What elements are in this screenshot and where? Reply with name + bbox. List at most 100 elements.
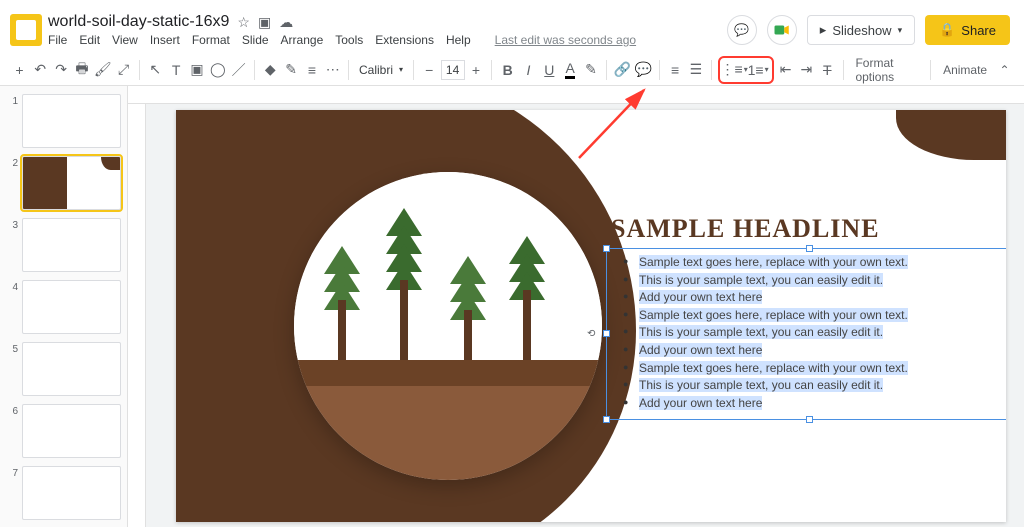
bulleted-list-button[interactable]: ⋮≡▾ xyxy=(722,58,746,82)
resize-handle[interactable] xyxy=(603,330,610,337)
last-edit-link[interactable]: Last edit was seconds ago xyxy=(495,33,636,47)
slide-thumbnail[interactable] xyxy=(22,94,121,148)
resize-handle[interactable] xyxy=(806,245,813,252)
border-weight-button[interactable]: ≡ xyxy=(303,58,322,82)
undo-button[interactable]: ↶ xyxy=(31,58,50,82)
text-color-button[interactable]: A xyxy=(561,58,580,82)
filmstrip: 1234567 xyxy=(0,86,128,527)
slide-thumbnail[interactable] xyxy=(22,218,121,272)
resize-handle[interactable] xyxy=(603,245,610,252)
menu-edit[interactable]: Edit xyxy=(79,33,100,47)
slide-thumbnail[interactable] xyxy=(22,280,121,334)
menu-view[interactable]: View xyxy=(112,33,138,47)
font-size-increase[interactable]: + xyxy=(467,58,486,82)
font-size-decrease[interactable]: − xyxy=(420,58,439,82)
comments-button[interactable]: 💬 xyxy=(727,15,757,45)
slide-headline[interactable]: SAMPLE HEADLINE xyxy=(611,214,880,244)
text-box-selected[interactable]: ⟲ Sample text goes here, replace with yo… xyxy=(606,248,1006,420)
clear-formatting-button[interactable]: T xyxy=(818,58,837,82)
bullet-item[interactable]: Sample text goes here, replace with your… xyxy=(617,361,1003,377)
bullet-item[interactable]: Sample text goes here, replace with your… xyxy=(617,308,1003,324)
fill-color-button[interactable]: ◆ xyxy=(261,58,280,82)
separator xyxy=(711,60,712,80)
decrease-indent-button[interactable]: ⇤ xyxy=(776,58,795,82)
align-button[interactable]: ≡ xyxy=(666,58,685,82)
separator xyxy=(348,60,349,80)
add-comment-button[interactable]: 💬 xyxy=(634,58,653,82)
print-button[interactable]: 🖶 xyxy=(73,58,92,82)
resize-handle[interactable] xyxy=(603,416,610,423)
bullet-item[interactable]: This is your sample text, you can easily… xyxy=(617,378,1003,394)
border-color-button[interactable]: ✎ xyxy=(282,58,301,82)
font-family-select[interactable]: Calibri ▾ xyxy=(355,63,407,77)
slide-thumbnail[interactable] xyxy=(22,156,121,210)
paint-format-button[interactable]: 🖌 xyxy=(93,58,112,82)
slide-thumbnail[interactable] xyxy=(22,342,121,396)
menu-format[interactable]: Format xyxy=(192,33,230,47)
separator xyxy=(659,60,660,80)
animate-button[interactable]: Animate xyxy=(937,58,993,82)
line-tool[interactable]: ／ xyxy=(229,58,248,82)
bold-button[interactable]: B xyxy=(498,58,517,82)
highlight-color-button[interactable]: ✎ xyxy=(582,58,601,82)
title-block: world-soil-day-static-16x9 ☆ ▣ ☁ File Ed… xyxy=(48,13,727,47)
share-button[interactable]: 🔒 Share xyxy=(925,15,1010,45)
underline-button[interactable]: U xyxy=(540,58,559,82)
share-label: Share xyxy=(961,23,996,38)
bullet-item[interactable]: Add your own text here xyxy=(617,396,1003,412)
decorative-corner-shape xyxy=(896,110,1006,160)
menu-bar: File Edit View Insert Format Slide Arran… xyxy=(48,33,727,47)
tree-illustration xyxy=(294,172,602,480)
star-icon[interactable]: ☆ xyxy=(237,14,250,31)
italic-button[interactable]: I xyxy=(519,58,538,82)
bullet-item[interactable]: Sample text goes here, replace with your… xyxy=(617,255,1003,271)
menu-help[interactable]: Help xyxy=(446,33,471,47)
slide-thumbnail[interactable] xyxy=(22,466,121,520)
border-dash-button[interactable]: ⋯ xyxy=(323,58,342,82)
redo-button[interactable]: ↷ xyxy=(52,58,71,82)
rotate-handle-icon[interactable]: ⟲ xyxy=(587,329,595,340)
image-tool[interactable]: ▣ xyxy=(188,58,207,82)
cloud-icon[interactable]: ☁ xyxy=(279,14,293,31)
bullet-item[interactable]: Add your own text here xyxy=(617,290,1003,306)
shape-tool[interactable]: ◯ xyxy=(208,58,227,82)
slide-canvas[interactable]: SAMPLE HEADLINE ⟲ Sample text goes here,… xyxy=(176,110,1006,522)
menu-file[interactable]: File xyxy=(48,33,67,47)
line-spacing-button[interactable]: ☰ xyxy=(687,58,706,82)
slideshow-button[interactable]: ▸ Slideshow ▾ xyxy=(807,15,915,45)
separator xyxy=(254,60,255,80)
bullet-list[interactable]: Sample text goes here, replace with your… xyxy=(607,249,1006,419)
bullet-item[interactable]: This is your sample text, you can easily… xyxy=(617,325,1003,341)
numbered-list-button[interactable]: 1≡▾ xyxy=(746,58,770,82)
format-options-button[interactable]: Format options xyxy=(849,58,924,82)
ruler-horizontal xyxy=(128,86,1024,104)
new-slide-button[interactable]: + xyxy=(10,58,29,82)
bullet-item[interactable]: This is your sample text, you can easily… xyxy=(617,273,1003,289)
slideshow-label: Slideshow xyxy=(832,23,891,38)
thumb-number: 6 xyxy=(6,404,18,417)
menu-extensions[interactable]: Extensions xyxy=(375,33,434,47)
slides-logo-icon[interactable] xyxy=(10,14,42,46)
title-bar: world-soil-day-static-16x9 ☆ ▣ ☁ File Ed… xyxy=(0,0,1024,54)
lock-icon: 🔒 xyxy=(939,22,955,38)
select-tool[interactable]: ↖ xyxy=(146,58,165,82)
font-size-input[interactable]: 14 xyxy=(441,60,465,80)
zoom-button[interactable]: ⤢ xyxy=(114,58,133,82)
toolbar: + ↶ ↷ 🖶 🖌 ⤢ ↖ T ▣ ◯ ／ ◆ ✎ ≡ ⋯ Calibri ▾ … xyxy=(0,54,1024,86)
bullet-item[interactable]: Add your own text here xyxy=(617,343,1003,359)
insert-link-button[interactable]: 🔗 xyxy=(613,58,632,82)
menu-slide[interactable]: Slide xyxy=(242,33,269,47)
textbox-tool[interactable]: T xyxy=(167,58,186,82)
menu-tools[interactable]: Tools xyxy=(335,33,363,47)
separator xyxy=(413,60,414,80)
menu-insert[interactable]: Insert xyxy=(150,33,180,47)
doc-title[interactable]: world-soil-day-static-16x9 xyxy=(48,13,229,31)
thumb-number: 2 xyxy=(6,156,18,169)
increase-indent-button[interactable]: ⇥ xyxy=(797,58,816,82)
menu-arrange[interactable]: Arrange xyxy=(281,33,324,47)
move-icon[interactable]: ▣ xyxy=(258,14,271,31)
meet-button[interactable] xyxy=(767,15,797,45)
resize-handle[interactable] xyxy=(806,416,813,423)
slide-thumbnail[interactable] xyxy=(22,404,121,458)
collapse-toolbar-button[interactable]: ⌃ xyxy=(995,58,1014,82)
